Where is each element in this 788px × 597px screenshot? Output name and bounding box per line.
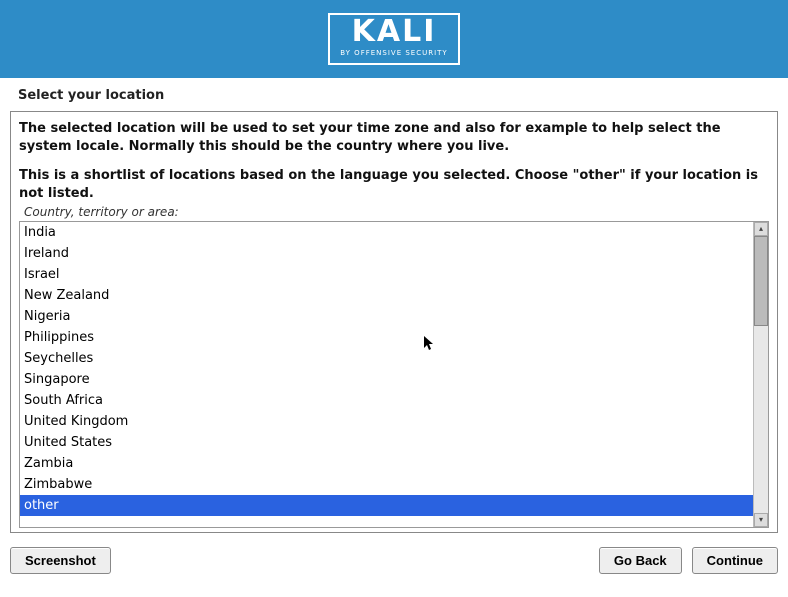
- kali-logo: KALI BY OFFENSIVE SECURITY: [328, 13, 459, 65]
- location-item[interactable]: Singapore: [20, 369, 753, 390]
- location-list[interactable]: IndiaIrelandIsraelNew ZealandNigeriaPhil…: [19, 221, 769, 528]
- location-item[interactable]: New Zealand: [20, 285, 753, 306]
- button-bar: Screenshot Go Back Continue: [0, 533, 788, 588]
- location-item[interactable]: Nigeria: [20, 306, 753, 327]
- scroll-track[interactable]: [754, 236, 768, 513]
- instructions-secondary: This is a shortlist of locations based o…: [19, 167, 769, 202]
- location-item[interactable]: United States: [20, 432, 753, 453]
- instructions-primary: The selected location will be used to se…: [19, 120, 769, 155]
- location-item[interactable]: Ireland: [20, 243, 753, 264]
- location-item[interactable]: Zimbabwe: [20, 474, 753, 495]
- location-item[interactable]: Seychelles: [20, 348, 753, 369]
- location-item[interactable]: India: [20, 222, 753, 243]
- main-panel: The selected location will be used to se…: [10, 111, 778, 533]
- scroll-up-button[interactable]: ▴: [754, 222, 768, 236]
- location-item[interactable]: Israel: [20, 264, 753, 285]
- screenshot-button[interactable]: Screenshot: [10, 547, 111, 574]
- location-item[interactable]: South Africa: [20, 390, 753, 411]
- scrollbar[interactable]: ▴ ▾: [753, 222, 768, 527]
- logo-subtext: BY OFFENSIVE SECURITY: [340, 49, 447, 57]
- location-item[interactable]: other: [20, 495, 753, 516]
- installer-header: KALI BY OFFENSIVE SECURITY: [0, 0, 788, 78]
- location-item[interactable]: Zambia: [20, 453, 753, 474]
- location-item[interactable]: United Kingdom: [20, 411, 753, 432]
- page-title: Select your location: [0, 78, 788, 111]
- continue-button[interactable]: Continue: [692, 547, 778, 574]
- location-list-label: Country, territory or area:: [24, 205, 769, 219]
- scroll-thumb[interactable]: [754, 236, 768, 326]
- logo-text: KALI: [352, 17, 437, 47]
- go-back-button[interactable]: Go Back: [599, 547, 682, 574]
- scroll-down-button[interactable]: ▾: [754, 513, 768, 527]
- location-item[interactable]: Philippines: [20, 327, 753, 348]
